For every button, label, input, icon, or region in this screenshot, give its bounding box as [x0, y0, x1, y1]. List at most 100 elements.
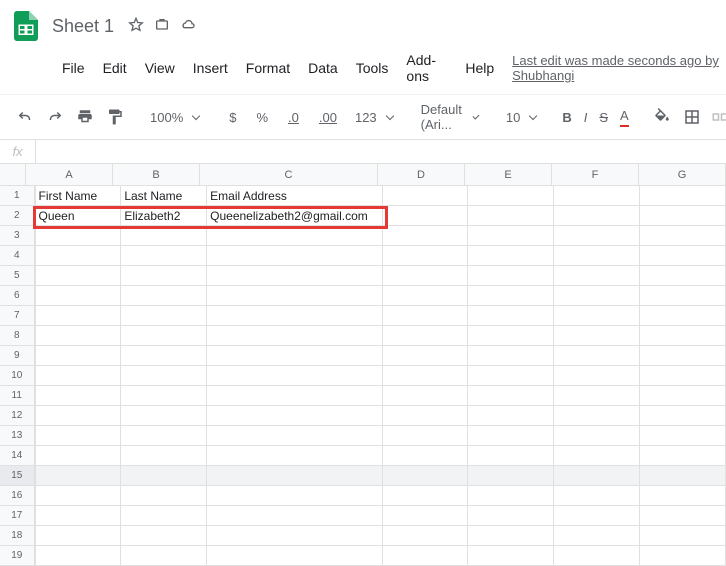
cell[interactable] [640, 326, 726, 346]
col-header-C[interactable]: C [200, 164, 378, 186]
currency-button[interactable]: $ [219, 106, 246, 129]
cell[interactable] [640, 246, 726, 266]
cell[interactable] [383, 326, 469, 346]
row-header[interactable]: 8 [0, 326, 36, 346]
cell[interactable] [121, 286, 207, 306]
cell[interactable] [468, 526, 554, 546]
cell[interactable] [121, 226, 207, 246]
cell[interactable] [207, 546, 383, 566]
text-color-button[interactable]: A [614, 104, 635, 131]
cell[interactable] [468, 266, 554, 286]
cell[interactable] [121, 406, 207, 426]
cell[interactable] [554, 486, 640, 506]
increase-decimal-button[interactable]: .00 [309, 106, 347, 129]
cell[interactable] [640, 206, 726, 226]
cell[interactable] [383, 506, 469, 526]
cell[interactable] [468, 426, 554, 446]
cell[interactable] [121, 446, 207, 466]
menu-data[interactable]: Data [300, 56, 346, 80]
cell[interactable] [554, 466, 640, 486]
cell[interactable] [207, 506, 383, 526]
row-header[interactable]: 9 [0, 346, 36, 366]
cell[interactable] [468, 486, 554, 506]
cell[interactable] [554, 386, 640, 406]
cell[interactable] [383, 526, 469, 546]
cell[interactable] [36, 286, 122, 306]
cell[interactable] [640, 506, 726, 526]
cell[interactable] [121, 526, 207, 546]
redo-button[interactable] [40, 104, 70, 130]
cell[interactable]: Email Address [207, 186, 383, 206]
decrease-decimal-button[interactable]: .0 [278, 106, 309, 129]
cell[interactable] [640, 306, 726, 326]
cell[interactable] [121, 486, 207, 506]
cell[interactable]: Elizabeth2 [121, 206, 207, 226]
row-header[interactable]: 6 [0, 286, 36, 306]
cell[interactable] [121, 366, 207, 386]
cell[interactable] [121, 246, 207, 266]
cell[interactable] [640, 526, 726, 546]
cell[interactable] [207, 366, 383, 386]
cell[interactable] [121, 546, 207, 566]
cell[interactable] [640, 406, 726, 426]
cell[interactable] [36, 226, 122, 246]
menu-addons[interactable]: Add-ons [398, 48, 455, 88]
cell[interactable] [554, 286, 640, 306]
cell[interactable] [36, 506, 122, 526]
sheets-logo[interactable] [8, 8, 44, 44]
cell[interactable] [640, 486, 726, 506]
cell[interactable] [207, 326, 383, 346]
row-header[interactable]: 4 [0, 246, 36, 266]
row-header[interactable]: 11 [0, 386, 36, 406]
cell[interactable] [468, 366, 554, 386]
cell[interactable] [640, 446, 726, 466]
col-header-A[interactable]: A [26, 164, 113, 186]
percent-button[interactable]: % [246, 106, 278, 129]
row-header[interactable]: 13 [0, 426, 36, 446]
menu-help[interactable]: Help [457, 56, 502, 80]
cell[interactable] [207, 266, 383, 286]
cell[interactable] [554, 266, 640, 286]
cell[interactable] [640, 346, 726, 366]
cell[interactable] [640, 426, 726, 446]
paint-format-button[interactable] [100, 104, 130, 130]
cell[interactable] [468, 446, 554, 466]
cell[interactable] [121, 426, 207, 446]
cell[interactable] [207, 386, 383, 406]
menu-view[interactable]: View [137, 56, 183, 80]
cell[interactable] [554, 346, 640, 366]
col-header-D[interactable]: D [378, 164, 465, 186]
row-header[interactable]: 19 [0, 546, 36, 566]
cell[interactable] [36, 466, 122, 486]
cell[interactable] [554, 546, 640, 566]
cloud-icon[interactable] [180, 17, 196, 36]
cell[interactable] [207, 306, 383, 326]
cell[interactable] [207, 486, 383, 506]
row-header[interactable]: 5 [0, 266, 36, 286]
cell[interactable] [468, 546, 554, 566]
cell[interactable] [554, 366, 640, 386]
borders-button[interactable] [677, 104, 707, 130]
cell[interactable] [36, 426, 122, 446]
cell[interactable] [383, 186, 469, 206]
col-header-F[interactable]: F [552, 164, 639, 186]
cell[interactable] [554, 526, 640, 546]
spreadsheet-grid[interactable]: ABCDEFG 1First NameLast NameEmail Addres… [0, 164, 726, 566]
move-icon[interactable] [154, 17, 170, 36]
doc-title[interactable]: Sheet 1 [52, 16, 114, 37]
cell[interactable] [121, 506, 207, 526]
cell[interactable] [207, 246, 383, 266]
cell[interactable] [36, 246, 122, 266]
cell[interactable] [121, 306, 207, 326]
cell[interactable] [468, 246, 554, 266]
cell[interactable] [207, 406, 383, 426]
cell[interactable] [207, 226, 383, 246]
cell[interactable] [121, 346, 207, 366]
cell[interactable] [554, 206, 640, 226]
cell[interactable] [36, 406, 122, 426]
number-format-select[interactable]: 123 [347, 108, 401, 127]
cell[interactable] [383, 266, 469, 286]
cell[interactable] [468, 346, 554, 366]
cell[interactable] [640, 366, 726, 386]
cell[interactable] [36, 446, 122, 466]
